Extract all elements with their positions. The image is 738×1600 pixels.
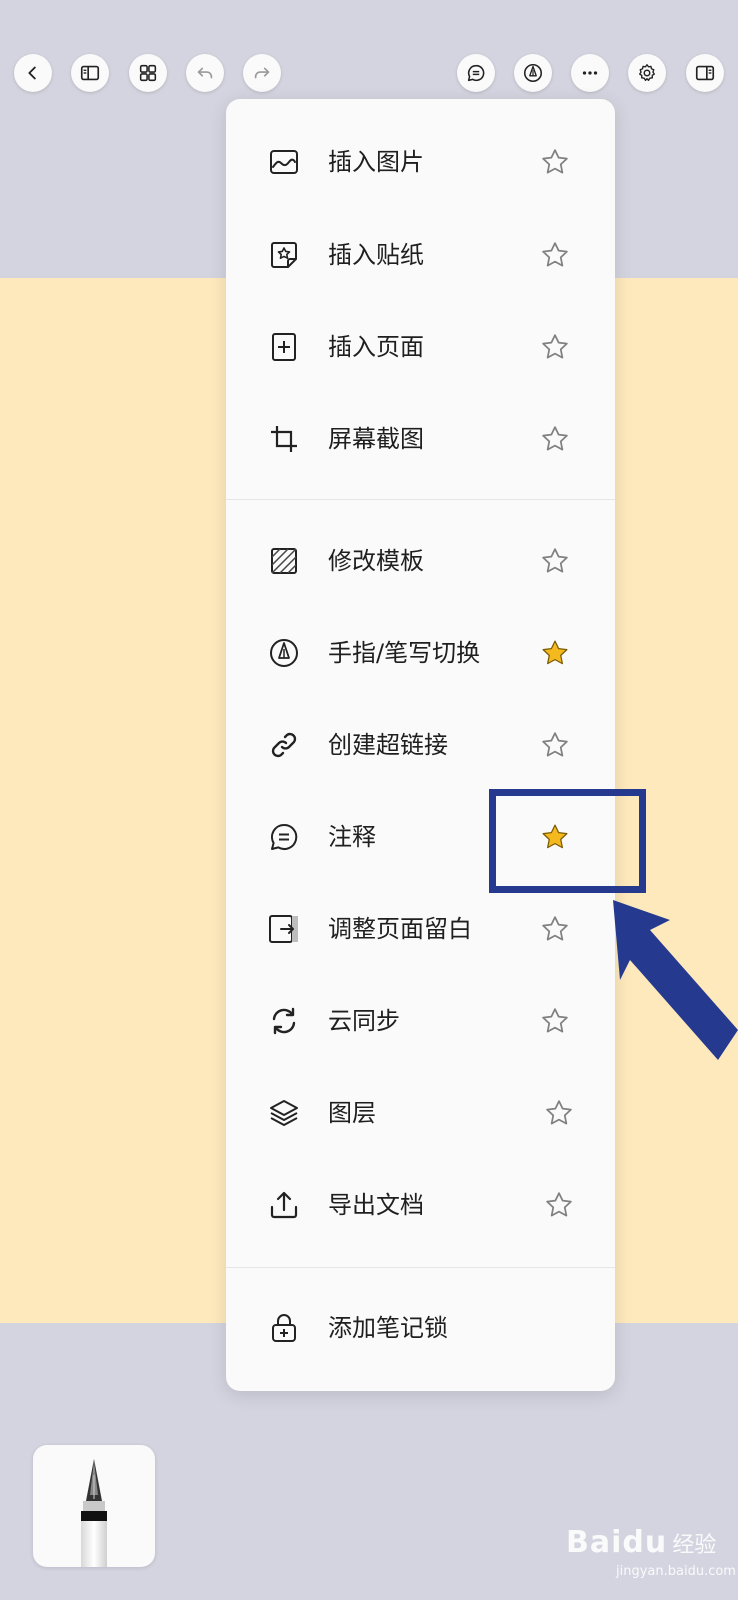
menu-item-insert-sticker[interactable]: 插入贴纸 (226, 209, 615, 301)
menu-item-label: 图层 (328, 1099, 376, 1127)
star-icon[interactable] (540, 147, 570, 177)
link-icon (268, 729, 300, 761)
menu-item-insert-page[interactable]: 插入页面 (226, 301, 615, 393)
more-button[interactable] (571, 54, 609, 92)
undo-icon (197, 67, 213, 79)
back-button[interactable] (14, 54, 52, 92)
annotation-arrow-icon (613, 900, 738, 1060)
menu-item-label: 插入页面 (328, 333, 424, 361)
menu-item-label: 创建超链接 (328, 731, 448, 759)
sidebar-button[interactable] (71, 54, 109, 92)
more-menu: 插入图片 插入贴纸 插入页面 屏幕截图 修改模板 手指/笔写切换 创建超链接 注… (226, 99, 615, 1391)
panel-icon (695, 65, 715, 81)
star-icon[interactable] (540, 424, 570, 454)
pen-tool-button[interactable] (33, 1445, 155, 1567)
grid-button[interactable] (129, 54, 167, 92)
menu-item-screenshot[interactable]: 屏幕截图 (226, 393, 615, 485)
menu-item-label: 插入贴纸 (328, 241, 424, 269)
star-icon[interactable] (544, 1190, 574, 1220)
menu-divider (226, 1267, 615, 1268)
menu-item-add-note-lock[interactable]: 添加笔记锁 (226, 1282, 615, 1374)
star-icon[interactable] (544, 1098, 574, 1128)
sticker-icon (268, 239, 300, 271)
menu-item-layers[interactable]: 图层 (226, 1067, 615, 1159)
panel-button[interactable] (686, 54, 724, 92)
pen-nib-icon (268, 637, 300, 669)
menu-item-label: 注释 (328, 823, 376, 851)
gear-icon (638, 64, 656, 82)
menu-item-label: 添加笔记锁 (328, 1314, 448, 1342)
grid-icon (139, 64, 157, 82)
star-icon[interactable] (540, 1006, 570, 1036)
template-icon (268, 545, 300, 577)
menu-item-finger-pen-toggle[interactable]: 手指/笔写切换 (226, 607, 615, 699)
pen-mode-button[interactable] (514, 54, 552, 92)
sync-icon (268, 1005, 300, 1037)
comment-icon (467, 64, 485, 82)
undo-button[interactable] (186, 54, 224, 92)
fountain-pen-icon (81, 1459, 107, 1567)
lock-icon (268, 1312, 300, 1344)
menu-item-label: 调整页面留白 (328, 915, 472, 943)
star-filled-icon[interactable] (540, 638, 570, 668)
redo-button[interactable] (243, 54, 281, 92)
star-icon[interactable] (540, 730, 570, 760)
settings-button[interactable] (628, 54, 666, 92)
redo-icon (254, 67, 270, 79)
star-icon[interactable] (540, 240, 570, 270)
export-icon (268, 1189, 300, 1221)
menu-item-export[interactable]: 导出文档 (226, 1159, 615, 1251)
annotation-highlight-box (489, 789, 646, 893)
baidu-watermark: Baidu 经验 jingyan.baidu.com (566, 1525, 736, 1579)
menu-item-label: 导出文档 (328, 1191, 424, 1219)
crop-icon (268, 423, 300, 455)
layers-icon (268, 1097, 300, 1129)
pen-nib-icon (523, 63, 543, 83)
menu-item-cloud-sync[interactable]: 云同步 (226, 975, 615, 1067)
star-icon[interactable] (540, 332, 570, 362)
menu-item-label: 手指/笔写切换 (328, 639, 481, 667)
add-page-icon (268, 331, 300, 363)
star-icon[interactable] (540, 914, 570, 944)
comment-button[interactable] (457, 54, 495, 92)
menu-item-label: 修改模板 (328, 547, 424, 575)
menu-item-label: 云同步 (328, 1007, 400, 1035)
comment-icon (268, 821, 300, 853)
menu-item-insert-image[interactable]: 插入图片 (226, 116, 615, 208)
star-icon[interactable] (540, 546, 570, 576)
menu-item-adjust-margin[interactable]: 调整页面留白 (226, 883, 615, 975)
more-icon (582, 71, 598, 75)
margin-icon (268, 913, 300, 945)
menu-divider (226, 499, 615, 500)
menu-item-change-template[interactable]: 修改模板 (226, 515, 615, 607)
image-icon (268, 146, 300, 178)
sidebar-icon (80, 65, 100, 81)
menu-item-create-link[interactable]: 创建超链接 (226, 699, 615, 791)
back-icon (28, 66, 36, 80)
menu-item-label: 插入图片 (328, 148, 424, 176)
menu-item-label: 屏幕截图 (328, 425, 424, 453)
